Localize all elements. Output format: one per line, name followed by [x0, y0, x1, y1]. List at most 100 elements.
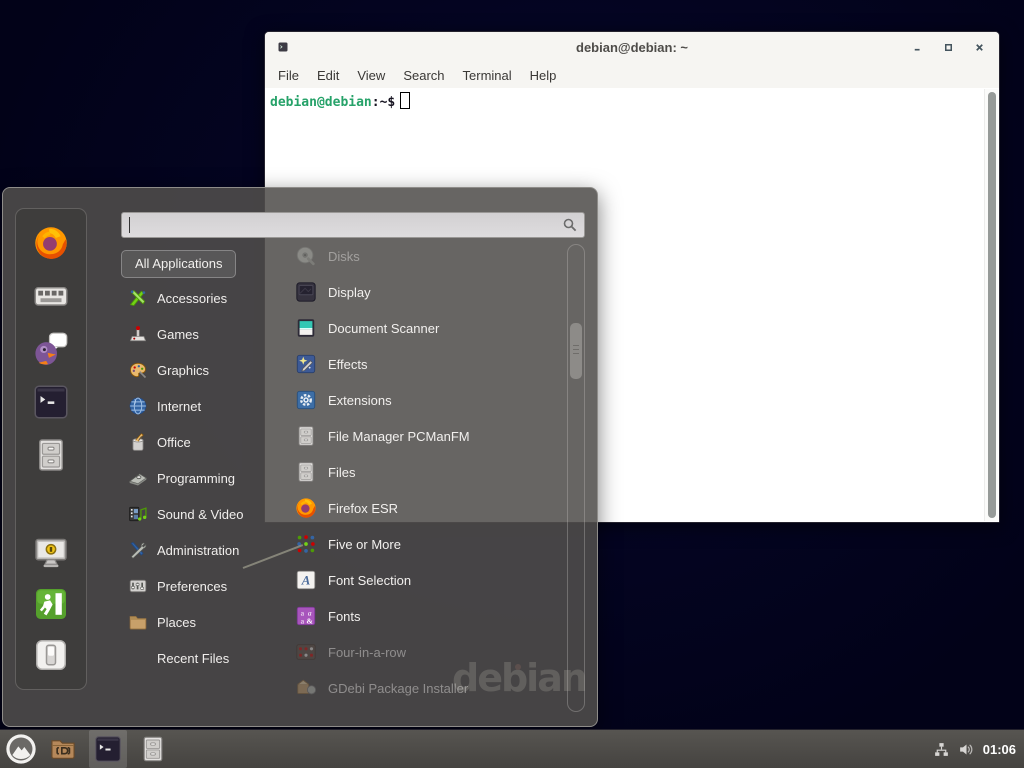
menu-button[interactable] [5, 733, 37, 765]
extensions-icon [295, 389, 317, 411]
category-item[interactable]: Internet [121, 388, 273, 424]
category-item[interactable]: Programming [121, 460, 273, 496]
prompt-suffix: :~$ [372, 95, 395, 110]
terminal-menu-item[interactable]: View [348, 68, 394, 83]
terminal-icon [94, 735, 122, 763]
category-item[interactable]: Office [121, 424, 273, 460]
places-icon [128, 612, 148, 632]
menu-scrollbar[interactable] [567, 244, 585, 712]
terminal-scrollbar-thumb[interactable] [988, 92, 996, 518]
administration-icon [128, 540, 148, 560]
session-button[interactable] [33, 637, 69, 673]
favorite-apps-group [33, 209, 69, 473]
shutdown-icon [33, 637, 69, 673]
svg-text:&: & [306, 616, 313, 625]
application-item[interactable]: Disks [269, 238, 565, 274]
session-buttons-group [33, 535, 69, 689]
favorite-app-button[interactable] [33, 437, 69, 473]
favorite-app-button[interactable] [33, 331, 69, 367]
application-item[interactable]: Display [269, 274, 565, 310]
pidgin-icon [33, 331, 69, 367]
category-item[interactable]: Recent Files [121, 640, 273, 676]
application-item[interactable]: Document Scanner [269, 310, 565, 346]
session-button[interactable] [33, 535, 69, 571]
terminal-menu-item[interactable]: Search [394, 68, 453, 83]
file-cabinet-icon [295, 425, 317, 447]
window-controls [912, 32, 985, 62]
lock-screen-icon [33, 535, 69, 571]
clock[interactable]: 01:06 [983, 742, 1016, 757]
category-item[interactable]: Accessories [121, 280, 273, 316]
application-item[interactable]: Five or More [269, 526, 565, 562]
taskbar: 01:06 [0, 729, 1024, 768]
disks-icon [295, 245, 317, 267]
four-in-a-row-icon [295, 641, 317, 663]
category-item[interactable]: Graphics [121, 352, 273, 388]
application-item[interactable]: GDebi Package Installer [269, 670, 565, 706]
desktop: debian debian@debian: ~ File Edit View S… [0, 0, 1024, 768]
internet-icon [128, 396, 148, 416]
all-applications-button[interactable]: All Applications [121, 250, 236, 278]
close-button[interactable] [974, 42, 985, 53]
text-caret [129, 217, 130, 233]
application-item[interactable]: aaa& Fonts [269, 598, 565, 634]
sound-video-icon [128, 504, 148, 524]
application-item[interactable]: Extensions [269, 382, 565, 418]
application-item[interactable]: Four-in-a-row [269, 634, 565, 670]
display-icon [295, 281, 317, 303]
keyboard-icon [33, 278, 69, 314]
favorite-app-button[interactable] [33, 278, 69, 314]
favorite-app-button[interactable] [33, 225, 69, 261]
application-item[interactable]: Effects [269, 346, 565, 382]
application-item[interactable]: A Font Selection [269, 562, 565, 598]
application-item[interactable]: Firefox ESR [269, 490, 565, 526]
application-item[interactable]: Files [269, 454, 565, 490]
firefox-icon [33, 225, 69, 261]
category-item[interactable]: Preferences [121, 568, 273, 604]
search-input[interactable] [121, 212, 585, 238]
volume-icon[interactable] [958, 741, 975, 758]
system-tray: 01:06 [933, 741, 1024, 758]
effects-icon [295, 353, 317, 375]
terminal-menu-item[interactable]: Terminal [454, 68, 521, 83]
terminal-menu-item[interactable]: Help [521, 68, 566, 83]
search-icon [562, 217, 578, 233]
logout-icon [33, 586, 69, 622]
taskbar-launcher[interactable] [44, 730, 82, 768]
taskbar-launcher[interactable] [89, 730, 127, 768]
terminal-scrollbar[interactable] [984, 89, 998, 521]
category-item[interactable]: Sound & Video [121, 496, 273, 532]
firefox-icon [295, 497, 317, 519]
gdebi-icon [295, 677, 317, 699]
terminal-title: debian@debian: ~ [265, 40, 999, 55]
terminal-menu-item[interactable]: File [269, 68, 308, 83]
terminal-menubar: File Edit View Search Terminal Help [265, 62, 999, 88]
terminal-titlebar[interactable]: debian@debian: ~ [265, 32, 999, 62]
fonts-icon: aaa& [295, 605, 317, 627]
favorite-app-button[interactable] [33, 384, 69, 420]
accessories-icon [128, 288, 148, 308]
file-cabinet-icon [139, 735, 167, 763]
menu-scrollbar-thumb[interactable] [570, 323, 582, 379]
category-item[interactable]: Places [121, 604, 273, 640]
application-menu: All Applications Accessories Games Graph… [2, 187, 598, 727]
folder-icon [49, 735, 77, 763]
games-icon [128, 324, 148, 344]
category-item[interactable]: Games [121, 316, 273, 352]
category-item[interactable]: Administration [121, 532, 273, 568]
file-cabinet-icon [295, 461, 317, 483]
categories-column: All Applications Accessories Games Graph… [121, 250, 273, 676]
favorites-panel [15, 208, 87, 690]
terminal-menu-item[interactable]: Edit [308, 68, 348, 83]
preferences-icon [128, 576, 148, 596]
svg-text:a: a [301, 616, 305, 625]
session-button[interactable] [33, 586, 69, 622]
maximize-button[interactable] [943, 42, 954, 53]
network-icon[interactable] [933, 741, 950, 758]
document-scanner-icon [295, 317, 317, 339]
office-icon [128, 432, 148, 452]
minimize-button[interactable] [912, 42, 923, 53]
graphics-icon [128, 360, 148, 380]
application-item[interactable]: File Manager PCManFM [269, 418, 565, 454]
taskbar-launcher[interactable] [134, 730, 172, 768]
